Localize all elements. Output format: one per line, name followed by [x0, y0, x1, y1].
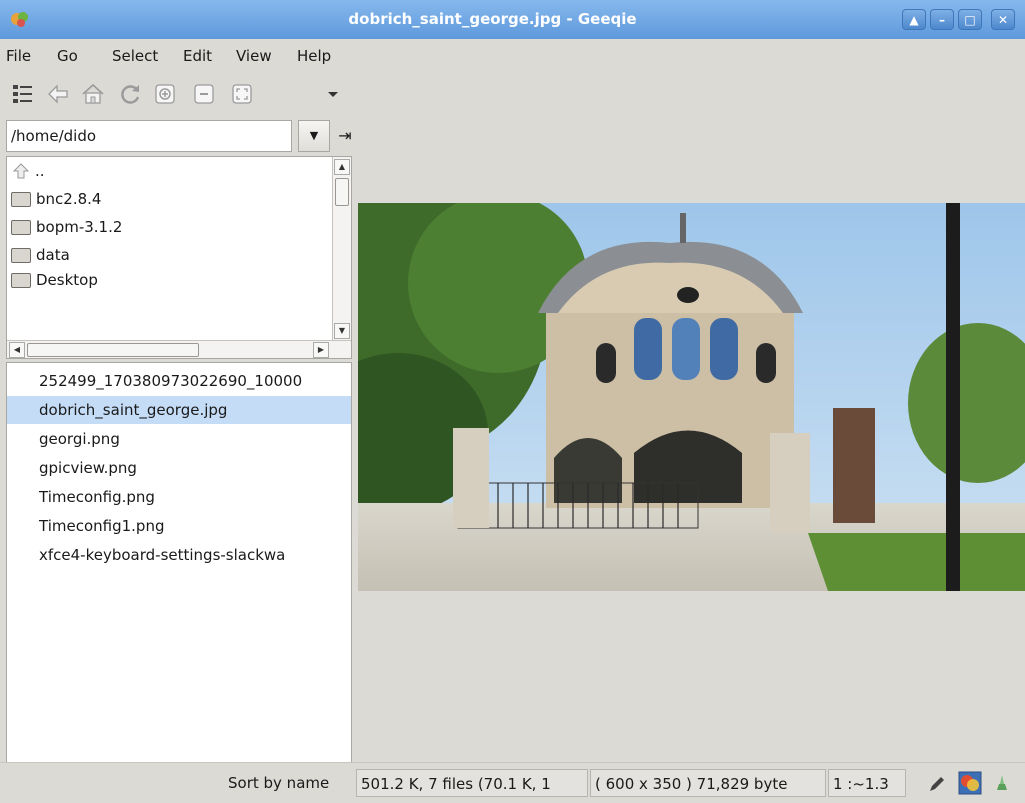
- zoom-fit-icon[interactable]: [229, 81, 255, 107]
- folder-icon: [11, 272, 31, 288]
- dir-item-label: data: [36, 246, 70, 264]
- window-menu-button[interactable]: ▲: [902, 9, 926, 30]
- write-metadata-icon[interactable]: [991, 772, 1013, 794]
- files-info: 501.2 K, 7 files (70.1 K, 1: [356, 769, 588, 797]
- folder-icon: [11, 219, 31, 235]
- dir-item-label: bopm-3.1.2: [36, 218, 123, 236]
- maximize-icon: □: [964, 13, 976, 27]
- scroll-thumb[interactable]: [27, 343, 199, 357]
- edit-pencil-icon[interactable]: [926, 773, 948, 795]
- thumbnails-list-icon[interactable]: [10, 81, 36, 107]
- maximize-button[interactable]: □: [958, 9, 982, 30]
- folder-icon: [11, 191, 31, 207]
- dir-item-data[interactable]: data: [11, 241, 70, 269]
- menu-select[interactable]: Select: [112, 47, 158, 65]
- arrow-up-icon: ▲: [909, 13, 919, 27]
- scroll-left-button[interactable]: ◀: [9, 342, 25, 358]
- list-item[interactable]: gpicview.png: [7, 454, 351, 482]
- minimize-icon: –: [939, 13, 945, 27]
- image-info: ( 600 x 350 ) 71,829 byte: [590, 769, 826, 797]
- menu-help[interactable]: Help: [297, 47, 331, 65]
- jump-to-icon: ⇥: [338, 126, 352, 145]
- home-icon[interactable]: [80, 81, 106, 107]
- close-icon: ✕: [997, 13, 1009, 27]
- dir-item-bopm[interactable]: bopm-3.1.2: [11, 213, 122, 241]
- left-panel: File Go Select Edit View Help /home/dido…: [0, 39, 358, 795]
- toolbar: [0, 71, 358, 115]
- scroll-thumb[interactable]: [335, 178, 349, 206]
- dir-vertical-scrollbar[interactable]: ▲ ▼: [332, 157, 351, 340]
- directory-list[interactable]: .. bnc2.8.4 bopm-3.1.2 data Desktop ▲ ▼ …: [6, 156, 352, 359]
- dir-item-desktop[interactable]: Desktop: [11, 269, 98, 291]
- list-item[interactable]: 252499_170380973022690_10000: [7, 367, 351, 395]
- status-bar: Sort by name 501.2 K, 7 files (70.1 K, 1…: [0, 762, 1025, 803]
- zoom-out-icon[interactable]: [191, 81, 217, 107]
- window-title: dobrich_saint_george.jpg - Geeqie: [348, 10, 637, 28]
- menu-file[interactable]: File: [6, 47, 31, 65]
- menu-go[interactable]: Go: [57, 47, 78, 65]
- close-button[interactable]: ✕: [991, 9, 1015, 30]
- sort-button[interactable]: Sort by name: [228, 769, 354, 797]
- dir-item-label: Desktop: [36, 271, 98, 289]
- dir-item-label: bnc2.8.4: [36, 190, 102, 208]
- minimize-button[interactable]: –: [930, 9, 954, 30]
- list-item[interactable]: xfce4-keyboard-settings-slackwa: [7, 541, 351, 569]
- refresh-icon[interactable]: [117, 81, 143, 107]
- title-bar[interactable]: dobrich_saint_george.jpg - Geeqie ▲ – □ …: [0, 0, 1025, 39]
- dir-item-bnc[interactable]: bnc2.8.4: [11, 185, 101, 213]
- dir-item-label: ..: [35, 162, 45, 180]
- list-item-selected[interactable]: dobrich_saint_george.jpg: [7, 396, 351, 424]
- scroll-up-button[interactable]: ▲: [334, 159, 350, 175]
- menu-edit[interactable]: Edit: [183, 47, 212, 65]
- scroll-down-button[interactable]: ▼: [334, 323, 350, 339]
- dir-horizontal-scrollbar[interactable]: ◀ ▶: [7, 340, 351, 358]
- image-view[interactable]: [358, 39, 1025, 762]
- path-go-button[interactable]: ⇥: [334, 120, 356, 152]
- list-item[interactable]: georgi.png: [7, 425, 351, 453]
- zoom-level: 1 :~1.3: [828, 769, 906, 797]
- menu-view[interactable]: View: [236, 47, 272, 65]
- back-icon[interactable]: [45, 81, 71, 107]
- folder-icon: [11, 247, 31, 263]
- path-row: /home/dido ▼ ⇥: [6, 120, 352, 154]
- chevron-down-icon: ▼: [309, 129, 319, 142]
- path-history-button[interactable]: ▼: [298, 120, 330, 152]
- path-input[interactable]: /home/dido: [6, 120, 292, 152]
- color-profile-icon[interactable]: [958, 771, 982, 795]
- list-item[interactable]: Timeconfig1.png: [7, 512, 351, 540]
- file-list[interactable]: 252499_170380973022690_10000 dobrich_sai…: [6, 362, 352, 795]
- more-dropdown-icon[interactable]: [320, 81, 346, 107]
- scroll-right-button[interactable]: ▶: [313, 342, 329, 358]
- menu-bar: File Go Select Edit View Help: [0, 39, 358, 71]
- up-arrow-icon: [12, 163, 30, 179]
- zoom-in-icon[interactable]: [152, 81, 178, 107]
- list-item[interactable]: Timeconfig.png: [7, 483, 351, 511]
- church-photo[interactable]: [358, 203, 1025, 591]
- dir-item-parent[interactable]: ..: [11, 157, 45, 185]
